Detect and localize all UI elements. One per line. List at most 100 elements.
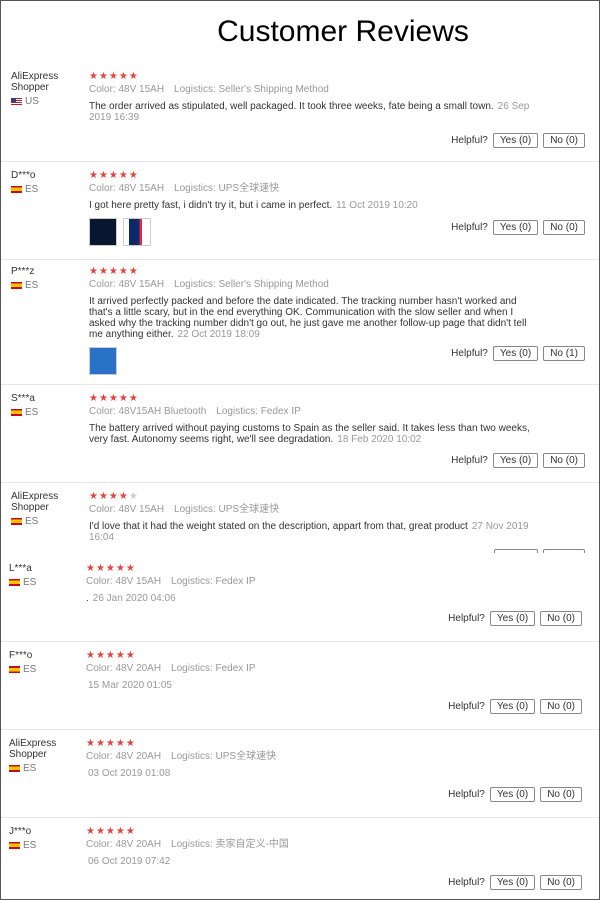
review-date: 22 Oct 2019 18:09 — [177, 329, 260, 340]
helpful-label: Helpful? — [451, 455, 488, 466]
logistics-info: Logistics: Fedex IP — [216, 406, 301, 417]
reviewer-name: AliExpress Shopper — [11, 491, 59, 513]
reviewer-country: ES — [25, 184, 39, 195]
logistics-info: Logistics: UPS全球速快 — [174, 504, 280, 515]
review-date: 26 Jan 2020 04:06 — [92, 593, 176, 604]
helpful-yes-button[interactable] — [494, 549, 538, 553]
review-item: D***o ES ★★★★★ Color: 48V 15AH Logistics:… — [1, 170, 599, 260]
helpful-label: Helpful? — [451, 222, 488, 233]
helpful-yes-button[interactable]: Yes (0) — [492, 133, 539, 148]
reviewer-name: AliExpress Shopper — [11, 71, 59, 93]
product-color: Color: 48V 15AH — [86, 576, 162, 587]
spain-flag-icon — [11, 186, 22, 193]
review-date: 15 Mar 2020 01:05 — [88, 680, 172, 691]
helpful-label: Helpful? — [448, 877, 485, 888]
reviewer-name: F***o — [9, 650, 33, 661]
logistics-info: Logistics: Fedex IP — [171, 663, 256, 674]
reviewer-info: AliExpress Shopper ES — [9, 738, 83, 774]
product-color: Color: 48V 20AH — [86, 839, 162, 850]
star-rating: ★★★★★ — [86, 563, 136, 574]
helpful-no-button[interactable]: No (1) — [543, 346, 585, 361]
logistics-info: Logistics: Seller's Shipping Method — [174, 279, 329, 290]
logistics-info: Logistics: UPS全球速快 — [171, 751, 277, 762]
reviewer-country: ES — [25, 407, 39, 418]
star-rating: ★★★★★ — [86, 826, 136, 837]
product-color: Color: 48V 15AH — [89, 504, 165, 515]
reviewer-country: ES — [23, 577, 37, 588]
review-item: AliExpress Shopper ES ★★★★★ Color: 48V 1… — [1, 491, 599, 553]
helpful-yes-button[interactable]: Yes (0) — [489, 699, 536, 714]
star-rating: ★★★★★ — [86, 738, 136, 749]
review-date: 03 Oct 2019 01:08 — [88, 768, 171, 779]
helpful-no-button[interactable]: No (0) — [543, 133, 585, 148]
product-color: Color: 48V 20AH — [86, 663, 162, 674]
helpful-no-button[interactable]: No (0) — [540, 787, 582, 802]
review-item: AliExpress Shopper ES ★★★★★ Color: 48V 2… — [1, 738, 599, 818]
helpful-no-button[interactable]: No (0) — [540, 875, 582, 890]
product-color: Color: 48V 20AH — [86, 751, 162, 762]
spain-flag-icon — [11, 518, 22, 525]
star-rating: ★★★★★ — [89, 71, 139, 82]
helpful-no-button[interactable]: No (0) — [540, 611, 582, 626]
spain-flag-icon — [9, 842, 20, 849]
helpful-no-button[interactable]: No (0) — [540, 699, 582, 714]
helpful-yes-button[interactable]: Yes (0) — [489, 787, 536, 802]
reviewer-info: J***o ES — [9, 826, 83, 851]
review-item: L***a ES ★★★★★ Color: 48V 15AH Logistics:… — [1, 563, 599, 642]
spain-flag-icon — [11, 282, 22, 289]
spain-flag-icon — [9, 765, 20, 772]
spain-flag-icon — [9, 666, 20, 673]
review-text: I'd love that it had the weight stated o… — [89, 521, 468, 532]
helpful-label: Helpful? — [451, 135, 488, 146]
reviewer-country: ES — [23, 664, 37, 675]
spain-flag-icon — [9, 579, 20, 586]
review-photo-thumbnail[interactable] — [123, 218, 151, 246]
reviewer-info: D***o ES — [11, 170, 85, 195]
reviewer-country: US — [25, 96, 39, 107]
helpful-yes-button[interactable]: Yes (0) — [492, 346, 539, 361]
star-rating: ★★★★★ — [89, 393, 139, 404]
reviewer-info: AliExpress Shopper ES — [11, 491, 85, 527]
spain-flag-icon — [11, 409, 22, 416]
helpful-yes-button[interactable]: Yes (0) — [492, 220, 539, 235]
page-title: Customer Reviews — [217, 15, 469, 48]
review-item: F***o ES ★★★★★ Color: 48V 20AH Logistics:… — [1, 650, 599, 730]
helpful-no-button[interactable]: No (0) — [543, 220, 585, 235]
review-text: . — [86, 593, 89, 604]
reviewer-name: P***z — [11, 266, 35, 277]
reviewer-country: ES — [25, 280, 39, 291]
reviewer-info: F***o ES — [9, 650, 83, 675]
helpful-yes-button[interactable]: Yes (0) — [489, 611, 536, 626]
helpful-label: Helpful? — [451, 348, 488, 359]
helpful-no-button[interactable] — [543, 549, 585, 553]
reviewer-info: AliExpress Shopper US — [11, 71, 85, 107]
reviews-panel: Customer Reviews AliExpress Shopper US ★… — [0, 0, 600, 900]
review-item: P***z ES ★★★★★ Color: 48V 15AH Logistics:… — [1, 266, 599, 385]
helpful-label: Helpful? — [448, 789, 485, 800]
review-photo-thumbnail[interactable] — [89, 347, 117, 375]
star-rating: ★★★★★ — [86, 650, 136, 661]
logistics-info: Logistics: Fedex IP — [171, 576, 256, 587]
logistics-info: Logistics: Seller's Shipping Method — [174, 84, 329, 95]
product-color: Color: 48V15AH Bluetooth — [89, 406, 207, 417]
star-rating: ★★★★★ — [89, 170, 139, 181]
reviewer-name: AliExpress Shopper — [9, 738, 57, 760]
us-flag-icon — [11, 98, 22, 105]
reviewer-name: D***o — [11, 170, 36, 181]
reviewer-name: J***o — [9, 826, 32, 837]
helpful-yes-button[interactable]: Yes (0) — [489, 875, 536, 890]
review-text: The battery arrived without paying custo… — [89, 423, 530, 445]
reviewer-name: S***a — [11, 393, 35, 404]
helpful-label: Helpful? — [448, 613, 485, 624]
review-text: The order arrived as stipulated, well pa… — [89, 101, 494, 112]
helpful-no-button[interactable]: No (0) — [543, 453, 585, 468]
review-photo-thumbnail[interactable] — [89, 218, 117, 246]
review-item: S***a ES ★★★★★ Color: 48V15AH Bluetooth L… — [1, 393, 599, 483]
review-date: 06 Oct 2019 07:42 — [88, 856, 171, 867]
helpful-label: Helpful? — [448, 701, 485, 712]
reviewer-country: ES — [25, 516, 39, 527]
helpful-yes-button[interactable]: Yes (0) — [492, 453, 539, 468]
reviewer-country: ES — [23, 840, 37, 851]
review-item: AliExpress Shopper US ★★★★★ Color: 48V 1… — [1, 71, 599, 162]
review-text: I got here pretty fast, i didn't try it,… — [89, 200, 333, 211]
